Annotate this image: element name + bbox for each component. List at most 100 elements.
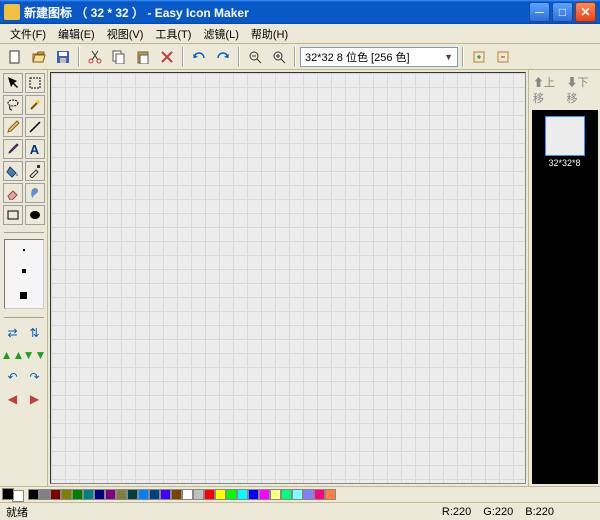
- tool-eyedropper[interactable]: [25, 161, 45, 181]
- color-swatch[interactable]: [237, 489, 248, 500]
- menu-file[interactable]: 文件(F): [4, 24, 52, 44]
- menu-help[interactable]: 帮助(H): [245, 24, 294, 44]
- color-swatch[interactable]: [116, 489, 127, 500]
- flip-v-button[interactable]: ⇅: [25, 323, 45, 343]
- preview-list: 32*32*8: [532, 110, 598, 484]
- move-down-button[interactable]: ⬇下移: [567, 74, 597, 106]
- rotate-ccw-button[interactable]: ↶: [3, 367, 23, 387]
- tool-fill[interactable]: [3, 161, 23, 181]
- color-swatch[interactable]: [248, 489, 259, 500]
- color-swatch[interactable]: [61, 489, 72, 500]
- color-swatch[interactable]: [226, 489, 237, 500]
- open-button[interactable]: [28, 46, 50, 68]
- color-swatch[interactable]: [171, 489, 182, 500]
- close-button[interactable]: ✕: [575, 2, 596, 22]
- color-swatch[interactable]: [193, 489, 204, 500]
- flip-h-button[interactable]: ⇄: [3, 323, 23, 343]
- mirror-v-button[interactable]: ▼▼: [25, 345, 45, 365]
- tool-eraser[interactable]: [3, 183, 23, 203]
- tool-text[interactable]: A: [25, 139, 45, 159]
- new-icon: [8, 50, 22, 64]
- color-swatch[interactable]: [303, 489, 314, 500]
- copy-button[interactable]: [108, 46, 130, 68]
- color-swatch[interactable]: [94, 489, 105, 500]
- move-up-button[interactable]: ⬆上移: [533, 74, 563, 106]
- color-swatch[interactable]: [182, 489, 193, 500]
- cut-icon: [88, 50, 102, 64]
- wand-icon: [28, 98, 42, 112]
- canvas[interactable]: [50, 72, 526, 484]
- color-swatch[interactable]: [39, 489, 50, 500]
- tool-line[interactable]: [25, 117, 45, 137]
- save-button[interactable]: [52, 46, 74, 68]
- zoom-in-button[interactable]: [268, 46, 290, 68]
- cut-button[interactable]: [84, 46, 106, 68]
- rectangle-icon: [6, 208, 20, 222]
- menu-bar: 文件(F) 编辑(E) 视图(V) 工具(T) 滤镜(L) 帮助(H): [0, 24, 600, 44]
- tool-pencil[interactable]: [3, 117, 23, 137]
- delete-icon: [160, 50, 174, 64]
- copy-icon: [112, 50, 126, 64]
- color-swatch[interactable]: [127, 489, 138, 500]
- color-swatch[interactable]: [292, 489, 303, 500]
- color-swatch[interactable]: [83, 489, 94, 500]
- menu-view[interactable]: 视图(V): [101, 24, 150, 44]
- color-swatch[interactable]: [138, 489, 149, 500]
- color-swatch[interactable]: [149, 489, 160, 500]
- eraser-icon: [6, 186, 20, 200]
- dropdown-arrow-icon: ▼: [444, 52, 453, 62]
- color-swatch[interactable]: [160, 489, 171, 500]
- frames-panel: ⬆上移 ⬇下移 32*32*8: [528, 70, 600, 486]
- tool-pointer[interactable]: [3, 73, 23, 93]
- tool-brush[interactable]: [3, 139, 23, 159]
- menu-filter[interactable]: 滤镜(L): [197, 24, 244, 44]
- minimize-button[interactable]: ─: [529, 2, 550, 22]
- color-swatch[interactable]: [215, 489, 226, 500]
- add-frame-button[interactable]: [468, 46, 490, 68]
- color-swatch[interactable]: [204, 489, 215, 500]
- brush-size-preview[interactable]: [4, 239, 44, 309]
- canvas-grid: [51, 73, 525, 483]
- del-frame-button[interactable]: [492, 46, 514, 68]
- eyedropper-icon: [28, 164, 42, 178]
- foreground-color[interactable]: [2, 488, 14, 500]
- toolbox: A ⇄ ⇅ ▲▲ ▼▼ ↶ ↷: [0, 70, 48, 486]
- selection-icon: [28, 76, 42, 90]
- pointer-icon: [6, 76, 20, 90]
- color-swatch[interactable]: [325, 489, 336, 500]
- menu-edit[interactable]: 编辑(E): [52, 24, 101, 44]
- del-frame-icon: [496, 50, 510, 64]
- format-select[interactable]: 32*32 8 位色 [256 色] ▼: [300, 47, 458, 67]
- shift-left-button[interactable]: ◀: [3, 389, 23, 409]
- zoom-out-button[interactable]: [244, 46, 266, 68]
- current-colors[interactable]: [2, 488, 24, 502]
- color-swatch[interactable]: [259, 489, 270, 500]
- paste-button[interactable]: [132, 46, 154, 68]
- color-swatch[interactable]: [50, 489, 61, 500]
- color-swatch[interactable]: [105, 489, 116, 500]
- new-button[interactable]: [4, 46, 26, 68]
- color-swatch[interactable]: [72, 489, 83, 500]
- menu-tools[interactable]: 工具(T): [149, 24, 197, 44]
- tool-ellipse[interactable]: [25, 205, 45, 225]
- redo-button[interactable]: [212, 46, 234, 68]
- title-bar: 新建图标 （ 32 * 32 ） - Easy Icon Maker ─ □ ✕: [0, 0, 600, 24]
- undo-button[interactable]: [188, 46, 210, 68]
- tool-smudge[interactable]: [25, 183, 45, 203]
- save-icon: [56, 50, 70, 64]
- rotate-cw-button[interactable]: ↷: [25, 367, 45, 387]
- delete-button[interactable]: [156, 46, 178, 68]
- tool-lasso[interactable]: [3, 95, 23, 115]
- tool-selection[interactable]: [25, 73, 45, 93]
- shift-right-button[interactable]: ▶: [25, 389, 45, 409]
- tool-wand[interactable]: [25, 95, 45, 115]
- tool-rect[interactable]: [3, 205, 23, 225]
- color-swatch[interactable]: [314, 489, 325, 500]
- frame-thumb[interactable]: [545, 116, 585, 156]
- open-icon: [32, 50, 46, 64]
- maximize-button[interactable]: □: [552, 2, 573, 22]
- color-swatch[interactable]: [28, 489, 39, 500]
- color-swatch[interactable]: [281, 489, 292, 500]
- color-swatch[interactable]: [270, 489, 281, 500]
- mirror-h-button[interactable]: ▲▲: [3, 345, 23, 365]
